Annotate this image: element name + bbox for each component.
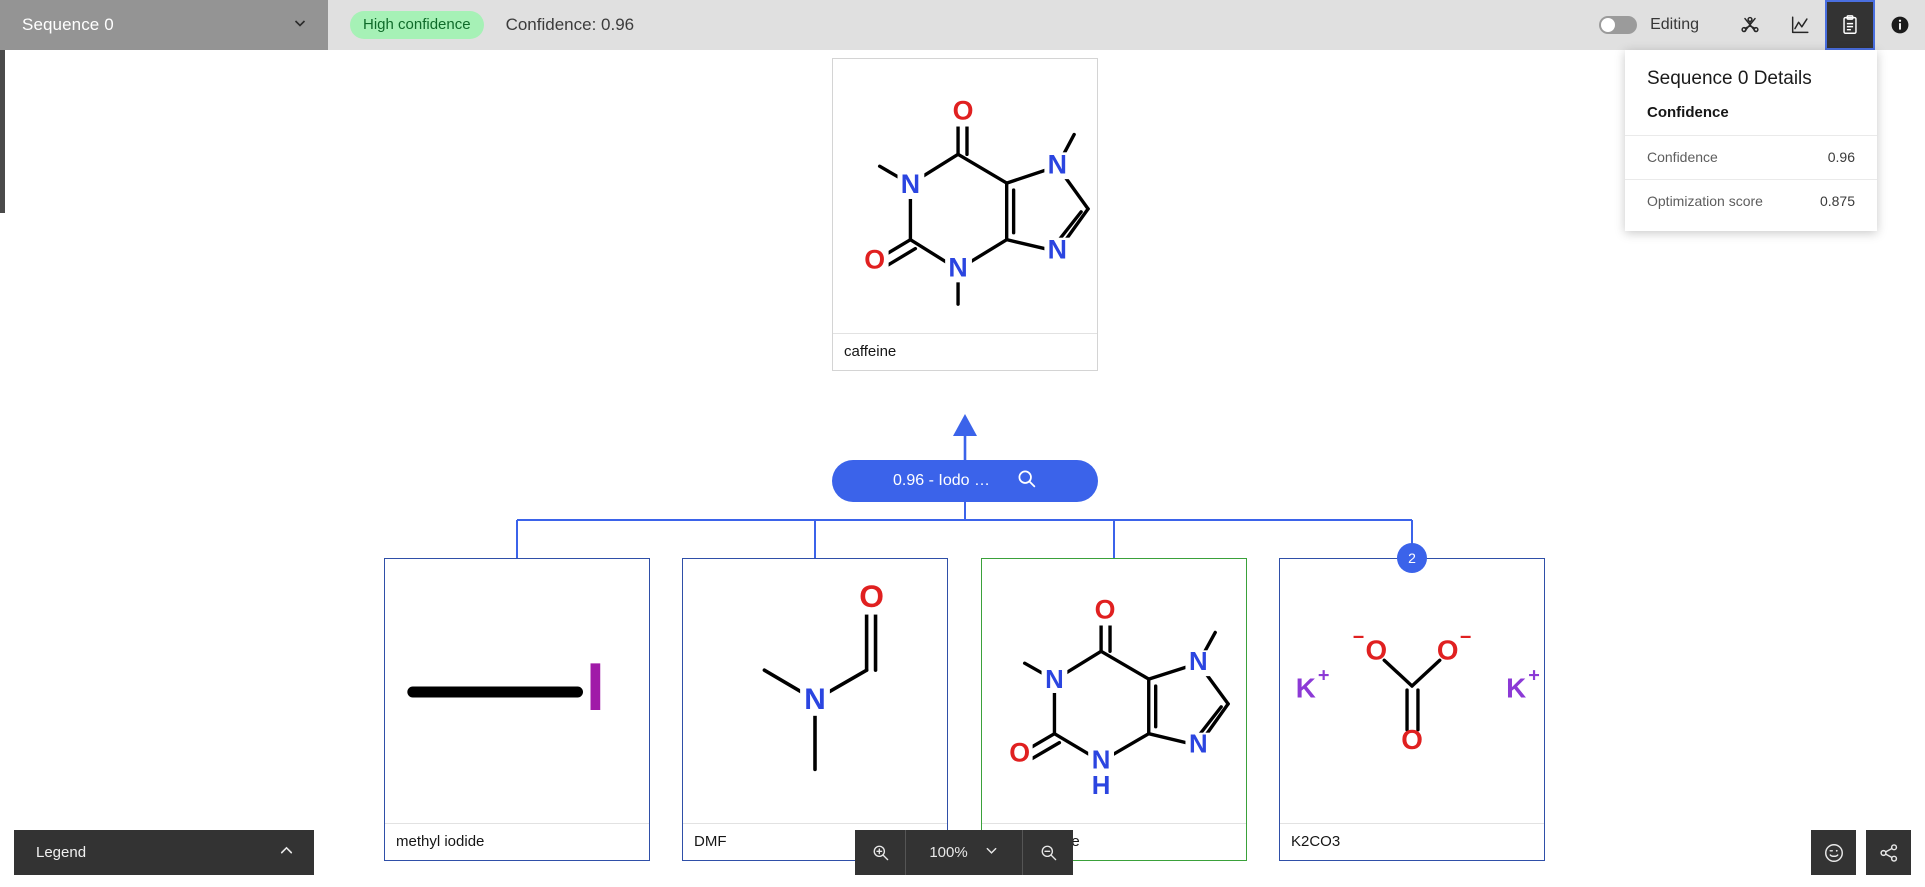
zoom-controls: 100% bbox=[855, 830, 1073, 875]
precursor-card-paraxanthine[interactable]: N N H N N O O paraxanthine bbox=[981, 558, 1247, 861]
legend-label: Legend bbox=[36, 844, 87, 861]
svg-text:N: N bbox=[804, 683, 826, 716]
svg-text:N: N bbox=[901, 169, 920, 199]
line-chart-icon[interactable] bbox=[1775, 0, 1825, 50]
node-label: methyl iodide bbox=[385, 823, 649, 860]
precursor-card-methyl-iodide[interactable]: I methyl iodide bbox=[384, 558, 650, 861]
svg-text:N: N bbox=[1048, 149, 1067, 179]
caffeine-skeletal-structure: N N N N O O bbox=[860, 96, 1090, 306]
svg-text:N: N bbox=[1045, 666, 1064, 694]
details-panel-title: Sequence 0 Details bbox=[1647, 68, 1812, 89]
details-row-value: 0.875 bbox=[1819, 193, 1855, 209]
precursor-card-k2co3[interactable]: O − O − O K + K + K2CO3 bbox=[1279, 558, 1545, 861]
svg-text:O: O bbox=[1437, 635, 1459, 666]
svg-text:O: O bbox=[1095, 595, 1116, 625]
chevron-down-icon bbox=[984, 843, 999, 862]
editing-toggle[interactable]: Editing bbox=[1599, 16, 1725, 34]
target-molecule-card[interactable]: N N N N O O caffeine bbox=[832, 58, 1098, 371]
status-badge: High confidence bbox=[350, 11, 484, 39]
chevron-down-icon bbox=[292, 15, 308, 36]
sequence-select-value: Sequence 0 bbox=[22, 15, 114, 34]
editing-toggle-label: Editing bbox=[1650, 16, 1699, 33]
svg-text:N: N bbox=[948, 253, 967, 283]
molecule-structure-dmf: N O bbox=[683, 559, 947, 823]
zoom-level-value: 100% bbox=[929, 844, 968, 861]
sequence-select[interactable]: Sequence 0 bbox=[0, 0, 328, 50]
top-toolbar: Sequence 0 High confidence Confidence: 0… bbox=[0, 0, 1925, 50]
svg-text:N: N bbox=[1189, 730, 1208, 758]
details-row-optimization-score: Optimization score 0.875 bbox=[1625, 179, 1877, 223]
confidence-summary: High confidence Confidence: 0.96 bbox=[328, 0, 634, 50]
svg-text:O: O bbox=[864, 245, 885, 275]
precursor-count-badge[interactable]: 2 bbox=[1397, 543, 1427, 573]
svg-text:H: H bbox=[1092, 772, 1111, 800]
details-section-heading: Confidence bbox=[1647, 104, 1729, 121]
molecule-structure-paraxanthine: N N H N N O O bbox=[982, 559, 1246, 823]
node-label: caffeine bbox=[833, 333, 1097, 370]
svg-text:O: O bbox=[1365, 635, 1387, 666]
zoom-level-select[interactable]: 100% bbox=[905, 830, 1023, 875]
collapsed-panel-handle[interactable] bbox=[0, 50, 5, 213]
methyl-iodide-skeletal-structure: I bbox=[407, 650, 605, 725]
chevron-up-icon bbox=[278, 842, 295, 863]
svg-text:+: + bbox=[1528, 664, 1540, 686]
svg-text:K: K bbox=[1296, 672, 1316, 703]
legend-bar[interactable]: Legend bbox=[14, 830, 314, 875]
svg-text:N: N bbox=[1092, 746, 1111, 774]
svg-text:+: + bbox=[1318, 664, 1330, 686]
corner-action-buttons bbox=[1811, 830, 1911, 875]
reaction-node[interactable]: 0.96 - Iodo … bbox=[832, 460, 1098, 502]
svg-text:O: O bbox=[1009, 738, 1030, 768]
zoom-in-icon[interactable] bbox=[855, 830, 905, 875]
svg-text:K: K bbox=[1506, 672, 1526, 703]
zoom-out-icon[interactable] bbox=[1023, 830, 1073, 875]
molecule-structure-methyl-iodide: I bbox=[385, 559, 649, 823]
network-graph-icon[interactable] bbox=[1725, 0, 1775, 50]
molecule-structure-k2co3: O − O − O K + K + bbox=[1280, 559, 1544, 823]
svg-text:O: O bbox=[859, 578, 884, 614]
svg-text:O: O bbox=[953, 96, 974, 126]
k2co3-skeletal-structure: O − O − O K + K + bbox=[1296, 627, 1540, 755]
details-row-value: 0.96 bbox=[1827, 149, 1855, 165]
paraxanthine-skeletal-structure: N N H N N O O bbox=[1005, 595, 1230, 800]
details-row-key: Confidence bbox=[1647, 149, 1718, 165]
toggle-switch-track bbox=[1599, 16, 1638, 34]
node-label: K2CO3 bbox=[1280, 823, 1544, 860]
precursor-card-dmf[interactable]: N O DMF bbox=[682, 558, 948, 861]
search-icon[interactable] bbox=[1016, 468, 1037, 494]
svg-text:−: − bbox=[1353, 627, 1365, 649]
confidence-value-text: Confidence: 0.96 bbox=[505, 15, 635, 34]
info-icon[interactable] bbox=[1875, 0, 1925, 50]
svg-text:N: N bbox=[1189, 648, 1208, 676]
toggle-switch-knob bbox=[1601, 18, 1616, 32]
details-row-key: Optimization score bbox=[1647, 193, 1763, 209]
share-icon[interactable] bbox=[1866, 830, 1911, 875]
clipboard-icon[interactable] bbox=[1825, 0, 1875, 50]
toolbar-actions: Editing bbox=[1599, 0, 1925, 50]
details-row-confidence: Confidence 0.96 bbox=[1625, 135, 1877, 179]
svg-text:−: − bbox=[1460, 627, 1472, 649]
molecule-structure-caffeine: N N N N O O bbox=[833, 59, 1097, 333]
retrosynthesis-route-viewer: Sequence 0 High confidence Confidence: 0… bbox=[0, 0, 1925, 887]
svg-text:I: I bbox=[586, 650, 605, 725]
reaction-node-label: 0.96 - Iodo … bbox=[893, 472, 990, 489]
dmf-skeletal-structure: N O bbox=[762, 578, 889, 772]
svg-text:O: O bbox=[1401, 724, 1423, 755]
sequence-details-panel: Sequence 0 Details Confidence Confidence… bbox=[1625, 50, 1877, 231]
feedback-smiley-icon[interactable] bbox=[1811, 830, 1856, 875]
svg-text:N: N bbox=[1048, 235, 1067, 265]
